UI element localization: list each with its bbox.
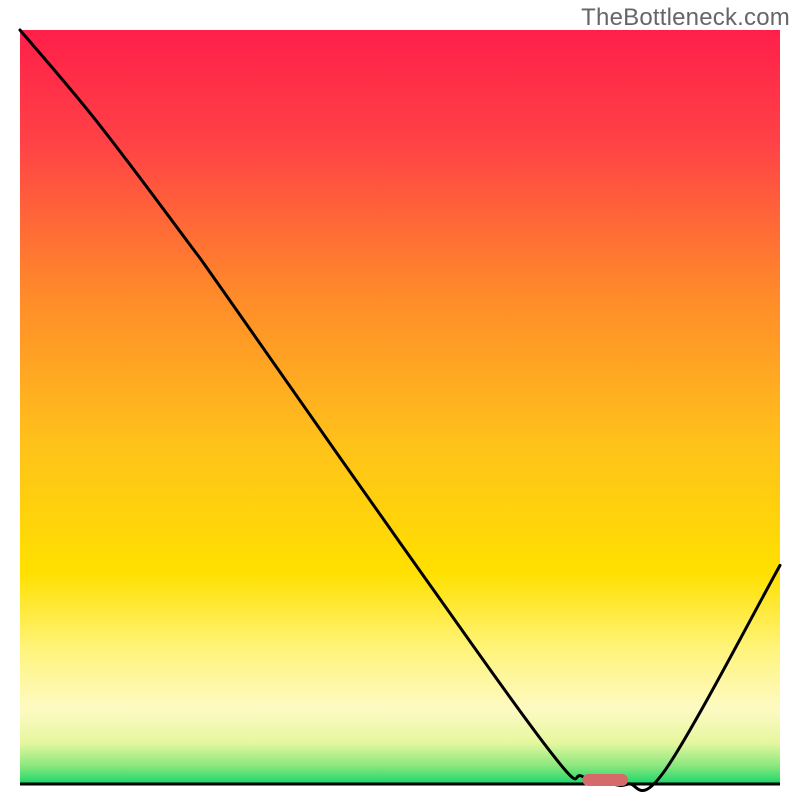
chart-container: TheBottleneck.com bbox=[0, 0, 800, 800]
watermark-text: TheBottleneck.com bbox=[581, 4, 790, 32]
chart-svg bbox=[0, 0, 800, 800]
plot-area bbox=[20, 30, 780, 791]
plot-background bbox=[20, 30, 780, 784]
optimum-marker bbox=[582, 774, 628, 786]
